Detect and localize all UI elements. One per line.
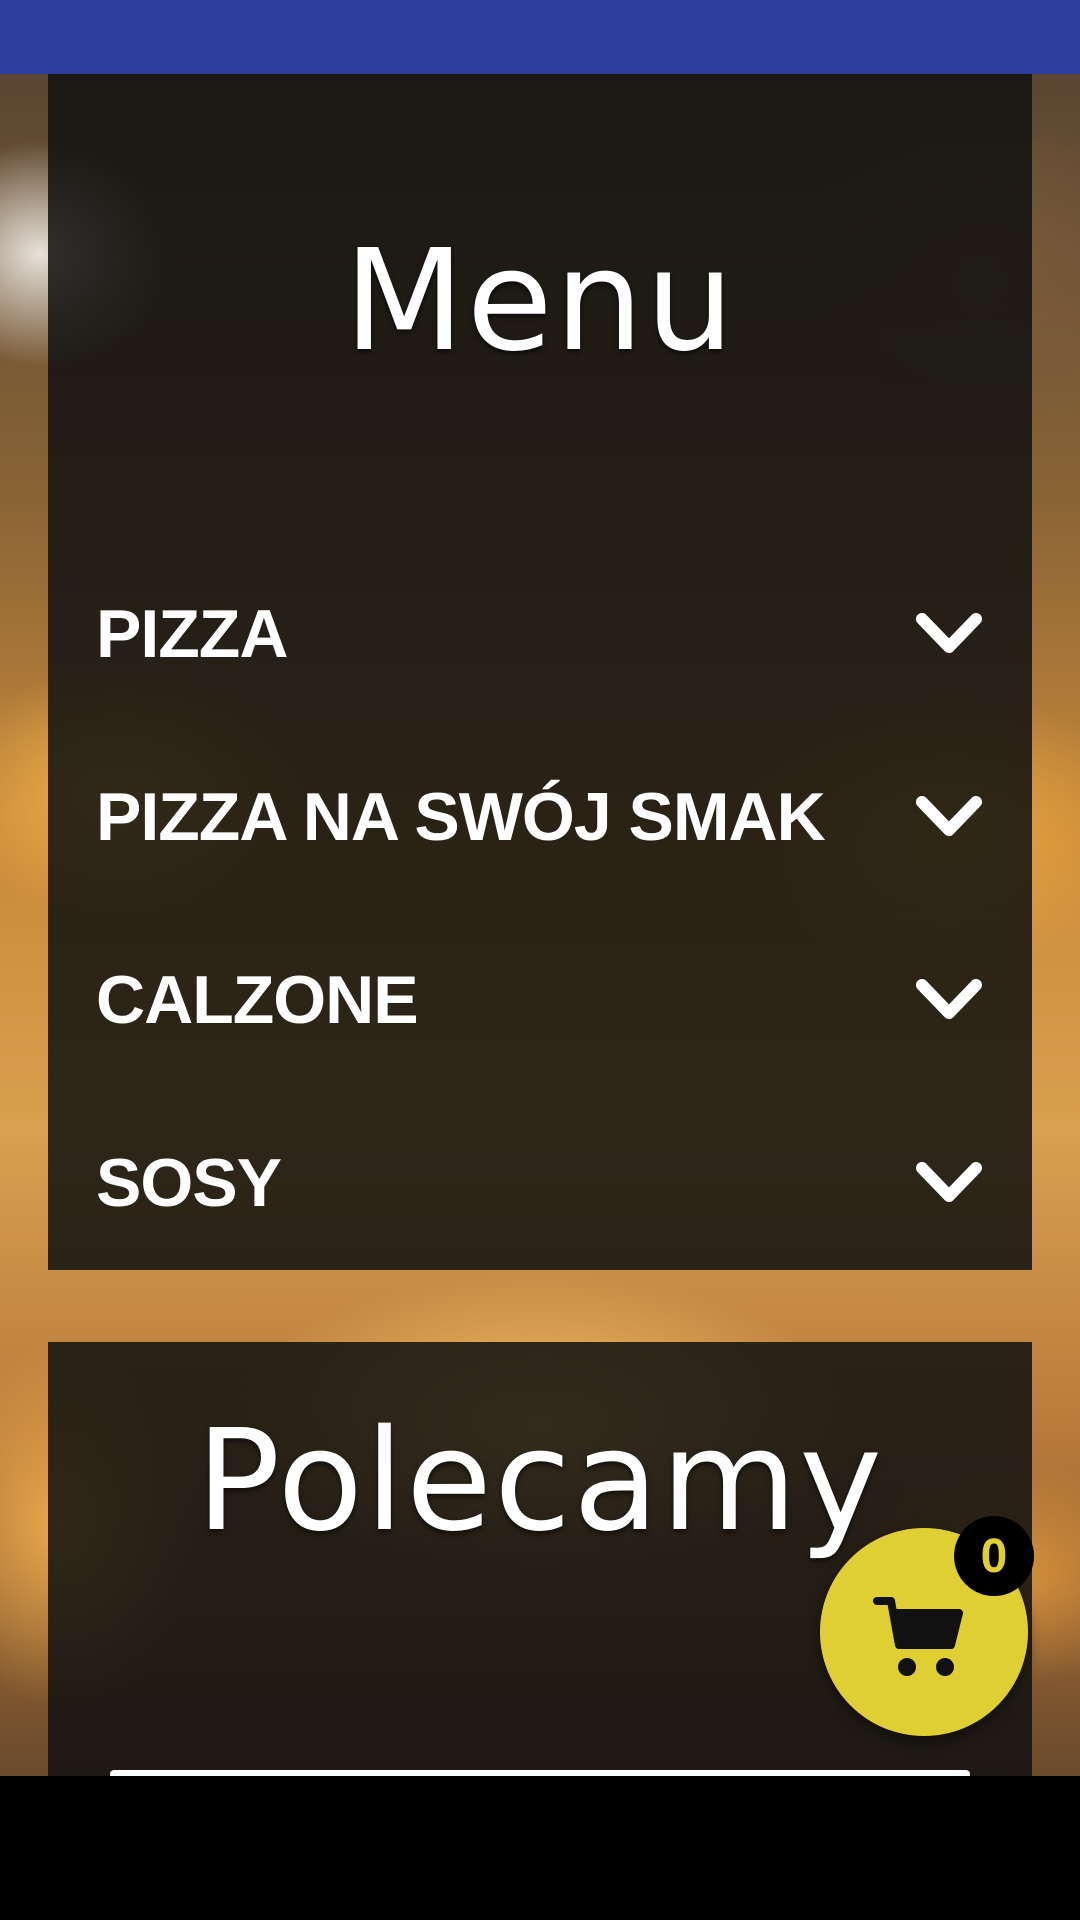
menu-panel: Menu PIZZA PIZZA NA SWÓJ SMAK CALZONE SO… [48,74,1032,1270]
chevron-down-icon [916,1161,982,1202]
chevron-down-icon [916,978,982,1019]
cart-icon [873,1597,963,1676]
chevron-down-icon [916,612,982,653]
menu-category-sosy[interactable]: SOSY [48,1091,1032,1274]
menu-category-label: SOSY [96,1144,282,1221]
menu-category-pizza-na-swoj-smak[interactable]: PIZZA NA SWÓJ SMAK [48,725,1032,908]
menu-category-label: PIZZA [96,595,288,672]
menu-category-pizza[interactable]: PIZZA [48,542,1032,725]
menu-title: Menu [343,220,737,383]
chevron-down-icon [916,795,982,836]
cart-count-badge: 0 [954,1516,1034,1596]
menu-category-label: PIZZA NA SWÓJ SMAK [96,778,826,855]
navigation-bar [0,1776,1080,1920]
menu-category-label: CALZONE [96,961,419,1038]
status-bar [0,0,1080,74]
menu-category-calzone[interactable]: CALZONE [48,908,1032,1091]
menu-category-list: PIZZA PIZZA NA SWÓJ SMAK CALZONE SOSY [48,542,1032,1274]
